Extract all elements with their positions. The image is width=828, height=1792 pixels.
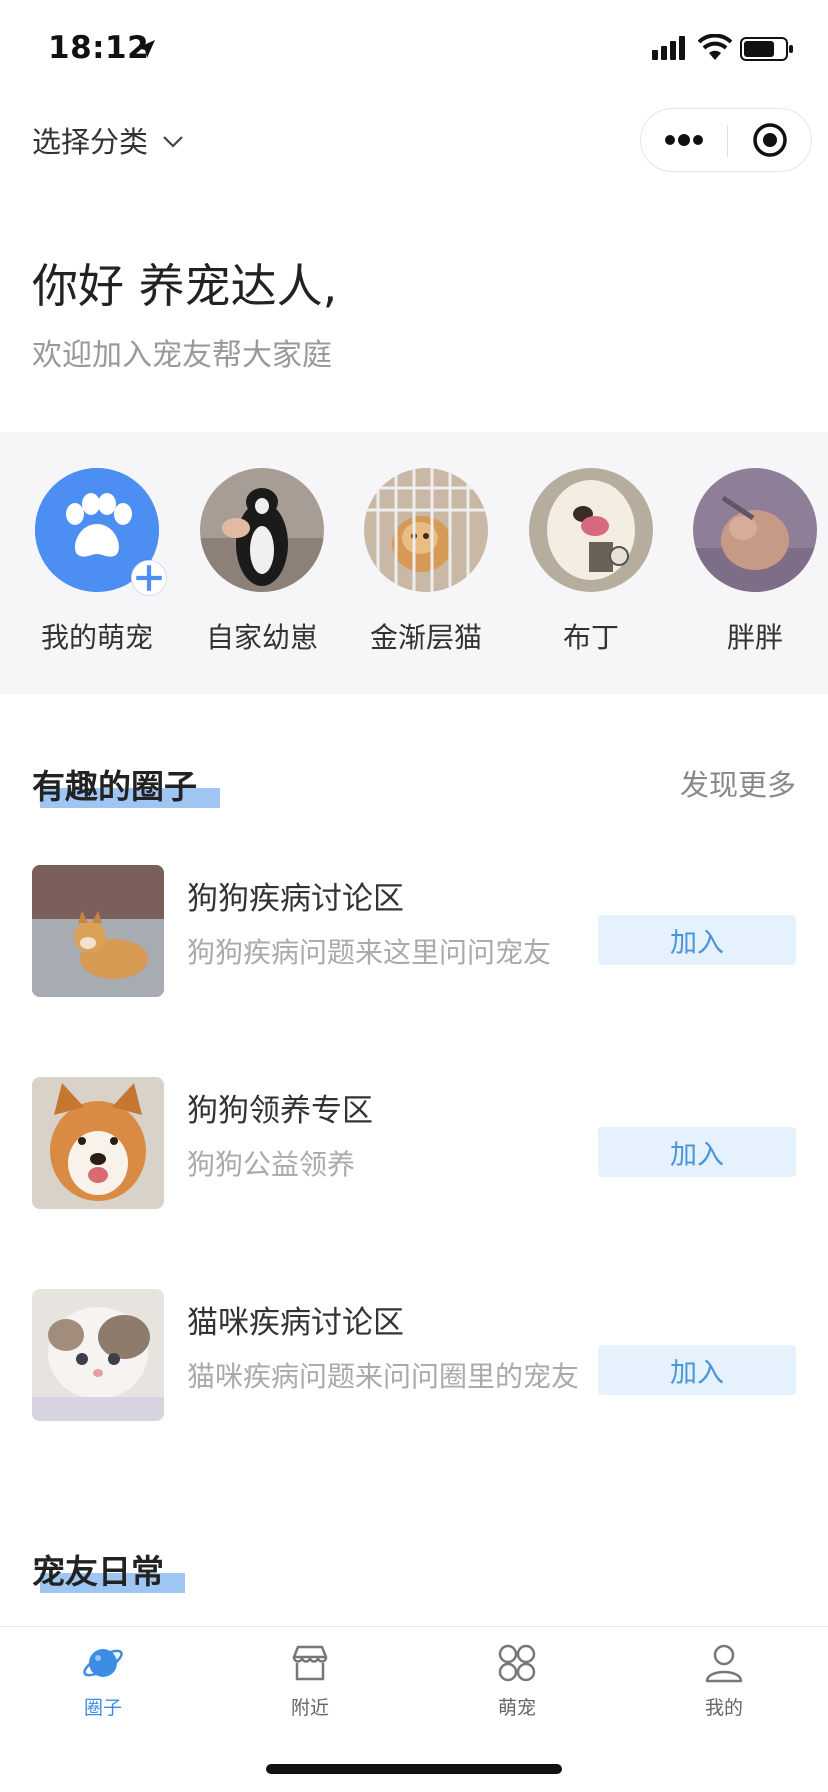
chevron-down-icon [163, 136, 183, 148]
pet-item-add[interactable]: 我的萌宠 [27, 468, 167, 656]
location-arrow-icon [137, 40, 155, 58]
category-selector-label: 选择分类 [32, 125, 149, 159]
store-icon [292, 1645, 328, 1681]
circle-item[interactable]: 狗狗疾病讨论区 狗狗疾病问题来这里问问宠友 加入 [32, 865, 796, 1005]
signal-icon [652, 36, 685, 60]
tab-label: 圈子 [83, 1697, 122, 1719]
category-selector[interactable]: 选择分类 [32, 120, 184, 160]
circles-section-title: 有趣的圈子 [32, 767, 197, 806]
kitten-cage-photo [364, 468, 488, 592]
home-indicator [266, 1764, 562, 1774]
join-button[interactable]: 加入 [598, 1345, 796, 1395]
user-icon [705, 1644, 743, 1683]
pet-avatar [529, 468, 653, 592]
pets-strip: 我的萌宠 自家幼崽 金渐层猫 布丁 胖胖 [0, 432, 828, 694]
pet-item[interactable]: 胖胖 [685, 468, 825, 656]
status-bar: 18:12 [0, 0, 828, 100]
pet-item[interactable]: 布丁 [521, 468, 661, 656]
grid-icon [498, 1644, 536, 1682]
circle-description: 猫咪疾病问题来问问圈里的宠友 [187, 1360, 580, 1393]
pet-avatar [693, 468, 817, 592]
greeting-title: 你好 养宠达人, [32, 259, 338, 313]
pet-name: 金渐层猫 [369, 621, 482, 654]
circle-thumbnail [32, 865, 164, 997]
add-pet-badge [131, 560, 167, 596]
close-miniprogram-button[interactable] [728, 109, 812, 171]
circle-description: 狗狗公益领养 [187, 1148, 356, 1181]
circle-item[interactable]: 狗狗领养专区 狗狗公益领养 加入 [32, 1077, 796, 1217]
pet-avatar [35, 468, 167, 596]
join-button[interactable]: 加入 [598, 1127, 796, 1177]
discover-more-link[interactable]: 发现更多 [680, 762, 796, 804]
daily-section-title: 宠友日常 [32, 1552, 164, 1591]
daily-section-heading: 宠友日常 [32, 1545, 185, 1595]
wifi-icon [698, 34, 732, 60]
tab-label: 萌宠 [497, 1697, 536, 1719]
tab-label: 我的 [704, 1697, 743, 1719]
circle-thumbnail [32, 1289, 164, 1421]
tab-nearby[interactable]: 附近 [250, 1641, 370, 1720]
target-close-icon [753, 123, 787, 157]
circle-item[interactable]: 猫咪疾病讨论区 猫咪疾病问题来问问圈里的宠友 加入 [32, 1289, 796, 1429]
miniprogram-capsule [640, 108, 812, 172]
tab-mine[interactable]: 我的 [664, 1641, 784, 1720]
dog-photo [529, 468, 653, 592]
circle-name: 狗狗领养专区 [187, 1093, 373, 1129]
status-time: 18:12 [48, 30, 150, 66]
circle-name: 狗狗疾病讨论区 [187, 881, 404, 917]
join-button[interactable]: 加入 [598, 915, 796, 965]
kitten-photo [32, 1289, 164, 1421]
puppy-photo [200, 468, 324, 592]
shiba-dog-photo [32, 865, 164, 997]
cat-on-blanket-photo [693, 468, 817, 592]
plus-icon [136, 565, 162, 591]
tab-pets[interactable]: 萌宠 [457, 1641, 577, 1720]
pet-avatar [200, 468, 324, 592]
akita-dog-photo [32, 1077, 164, 1209]
planet-icon [83, 1649, 123, 1677]
circle-thumbnail [32, 1077, 164, 1209]
pet-item[interactable]: 金渐层猫 [356, 468, 496, 656]
pet-name: 布丁 [562, 621, 619, 654]
greeting-subtitle: 欢迎加入宠友帮大家庭 [32, 338, 332, 373]
battery-icon [740, 37, 793, 61]
circle-name: 猫咪疾病讨论区 [187, 1305, 404, 1341]
tab-circles[interactable]: 圈子 [43, 1641, 163, 1720]
more-dots-icon [665, 134, 703, 146]
circles-section-heading: 有趣的圈子 [32, 760, 220, 810]
more-button[interactable] [641, 109, 727, 171]
circle-description: 狗狗疾病问题来这里问问宠友 [187, 936, 552, 969]
pet-item[interactable]: 自家幼崽 [192, 468, 332, 656]
pet-name: 胖胖 [726, 621, 783, 654]
pet-avatar [364, 468, 488, 592]
tab-label: 附近 [290, 1697, 329, 1719]
pet-name: 自家幼崽 [205, 621, 318, 654]
